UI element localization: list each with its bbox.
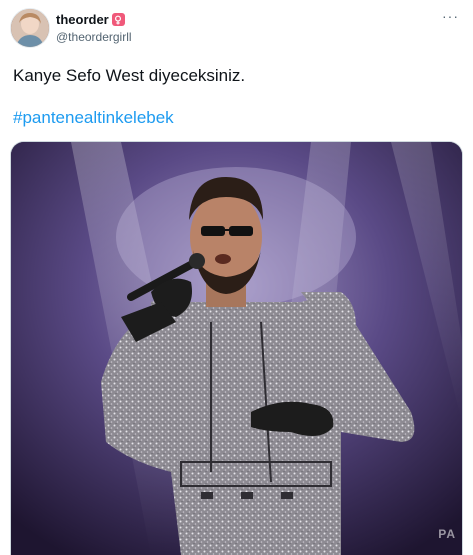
hashtag-link[interactable]: #pantenealtinkelebek — [13, 108, 174, 128]
tweet-text: Kanye Sefo West diyeceksiniz. — [13, 66, 246, 85]
author-row[interactable]: theorder — [56, 12, 125, 27]
tweet-media-image[interactable]: PA — [10, 141, 463, 555]
female-sign-icon — [111, 13, 125, 26]
display-name[interactable]: theorder — [56, 12, 109, 27]
more-options-icon[interactable]: ··· — [442, 8, 459, 24]
avatar[interactable] — [10, 8, 50, 48]
user-handle[interactable]: @theordergirll — [56, 30, 132, 44]
tweet: theorder @theordergirll ··· Kanye Sefo W… — [0, 0, 473, 555]
media-watermark: PA — [438, 527, 456, 541]
performer-photo — [11, 142, 462, 555]
